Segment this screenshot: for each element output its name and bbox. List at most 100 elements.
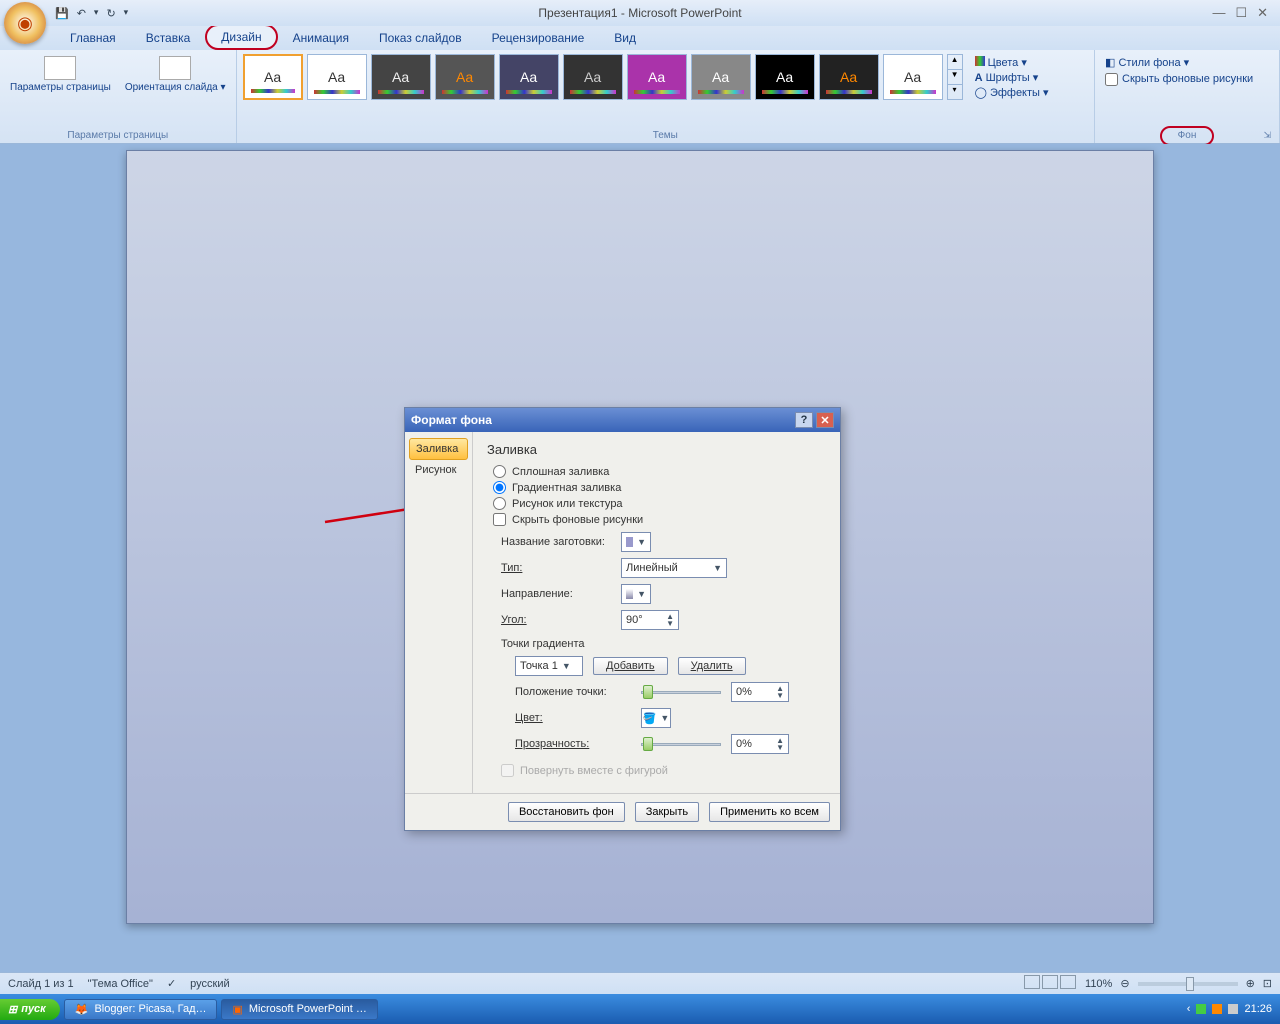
section-heading-fill: Заливка bbox=[487, 442, 826, 457]
tab-review[interactable]: Рецензирование bbox=[477, 26, 600, 50]
background-styles-button[interactable]: ◧ Стили фона ▾ bbox=[1101, 54, 1273, 71]
checkbox-hide-bg[interactable]: Скрыть фоновые рисунки bbox=[493, 513, 826, 526]
type-dropdown[interactable]: Линейный▼ bbox=[621, 558, 727, 578]
group-title-themes: Темы bbox=[243, 128, 1088, 143]
direction-dropdown[interactable]: ▼ bbox=[621, 584, 651, 604]
tab-design[interactable]: Дизайн bbox=[205, 24, 277, 50]
theme-thumb-2[interactable]: Aa bbox=[307, 54, 367, 100]
theme-thumb-11[interactable]: Aa bbox=[883, 54, 943, 100]
minimize-button[interactable]: — bbox=[1212, 5, 1225, 21]
close-button[interactable]: ✕ bbox=[1257, 5, 1268, 21]
radio-gradient-label: Градиентная заливка bbox=[512, 482, 621, 494]
color-dropdown[interactable]: 🪣▼ bbox=[641, 708, 671, 728]
restore-button[interactable]: ☐ bbox=[1235, 5, 1247, 21]
add-stop-button[interactable]: Добавить bbox=[593, 657, 668, 675]
status-theme: "Тема Office" bbox=[88, 978, 153, 990]
delete-stop-button[interactable]: Удалить bbox=[678, 657, 746, 675]
close-dialog-button[interactable]: Закрыть bbox=[635, 802, 699, 822]
checkbox-hide-label: Скрыть фоновые рисунки bbox=[512, 514, 643, 526]
dialog-title: Формат фона bbox=[411, 413, 492, 427]
tab-view[interactable]: Вид bbox=[599, 26, 651, 50]
themes-gallery: Aa Aa Aa Aa Aa Aa Aa Aa Aa Aa Aa ▲ ▼ ▾ bbox=[243, 54, 963, 100]
theme-fonts-button[interactable]: A Шрифты ▾ bbox=[975, 71, 1049, 84]
dialog-close-button[interactable]: ✕ bbox=[816, 412, 834, 428]
tray-icon-3[interactable] bbox=[1228, 1004, 1238, 1014]
tab-home[interactable]: Главная bbox=[55, 26, 131, 50]
zoom-out-button[interactable]: ⊖ bbox=[1120, 977, 1129, 990]
tab-slideshow[interactable]: Показ слайдов bbox=[364, 26, 477, 50]
theme-options: Цвета ▾ A Шрифты ▾ ◯ Эффекты ▾ bbox=[969, 54, 1055, 101]
fonts-icon: A bbox=[975, 72, 983, 84]
status-language[interactable]: русский bbox=[190, 978, 229, 990]
zoom-in-button[interactable]: ⊕ bbox=[1246, 977, 1255, 990]
label-angle: Угол: bbox=[501, 614, 613, 626]
dialog-titlebar[interactable]: Формат фона ? ✕ bbox=[405, 408, 840, 432]
save-icon[interactable]: 💾 bbox=[55, 7, 69, 20]
office-button[interactable]: ◉ bbox=[4, 2, 46, 44]
view-slideshow-button[interactable] bbox=[1060, 975, 1076, 989]
position-slider[interactable] bbox=[641, 683, 721, 701]
theme-thumb-7[interactable]: Aa bbox=[627, 54, 687, 100]
theme-thumb-5[interactable]: Aa bbox=[499, 54, 559, 100]
start-button[interactable]: ⊞пуск bbox=[0, 999, 60, 1020]
themes-scroll[interactable]: ▲ ▼ ▾ bbox=[947, 54, 963, 100]
theme-colors-button[interactable]: Цвета ▾ bbox=[975, 56, 1049, 69]
theme-thumb-6[interactable]: Aa bbox=[563, 54, 623, 100]
direction-swatch-icon bbox=[626, 589, 633, 599]
radio-picture-fill[interactable]: Рисунок или текстура bbox=[493, 497, 826, 510]
nav-picture[interactable]: Рисунок bbox=[409, 460, 468, 480]
radio-gradient-fill[interactable]: Градиентная заливка bbox=[493, 481, 826, 494]
tray-icon-1[interactable] bbox=[1196, 1004, 1206, 1014]
page-setup-button[interactable]: Параметры страницы bbox=[6, 54, 115, 95]
radio-solid-fill[interactable]: Сплошная заливка bbox=[493, 465, 826, 478]
dialog-main: Заливка Сплошная заливка Градиентная зал… bbox=[473, 432, 840, 793]
tray-arrow-icon[interactable]: ‹ bbox=[1187, 1003, 1191, 1015]
page-setup-label: Параметры страницы bbox=[10, 82, 111, 93]
tab-insert[interactable]: Вставка bbox=[131, 26, 206, 50]
zoom-slider[interactable] bbox=[1138, 982, 1238, 986]
spellcheck-icon[interactable]: ✓ bbox=[167, 977, 176, 990]
undo-icon[interactable]: ↶ bbox=[77, 7, 86, 20]
taskbar-item-browser[interactable]: 🦊Blogger: Picasa, Гад… bbox=[64, 999, 218, 1020]
transparency-slider[interactable] bbox=[641, 735, 721, 753]
position-spinner[interactable]: 0%▲▼ bbox=[731, 682, 789, 702]
label-direction: Направление: bbox=[501, 588, 613, 600]
dialog-help-button[interactable]: ? bbox=[795, 412, 813, 428]
preset-dropdown[interactable]: ▼ bbox=[621, 532, 651, 552]
system-tray: ‹ 21:26 bbox=[1179, 1003, 1280, 1015]
angle-spinner[interactable]: 90°▲▼ bbox=[621, 610, 679, 630]
view-sorter-button[interactable] bbox=[1042, 975, 1058, 989]
theme-effects-button[interactable]: ◯ Эффекты ▾ bbox=[975, 86, 1049, 99]
theme-thumb-8[interactable]: Aa bbox=[691, 54, 751, 100]
theme-thumb-3[interactable]: Aa bbox=[371, 54, 431, 100]
status-bar: Слайд 1 из 1 "Тема Office" ✓ русский 110… bbox=[0, 972, 1280, 994]
taskbar-item-powerpoint[interactable]: ▣Microsoft PowerPoint … bbox=[221, 999, 377, 1020]
stop-dropdown[interactable]: Точка 1▼ bbox=[515, 656, 583, 676]
view-normal-button[interactable] bbox=[1024, 975, 1040, 989]
hide-bg-graphics-checkbox[interactable]: Скрыть фоновые рисунки bbox=[1101, 71, 1273, 88]
colors-icon bbox=[975, 56, 985, 66]
theme-thumb-1[interactable]: Aa bbox=[243, 54, 303, 100]
taskbar-clock[interactable]: 21:26 bbox=[1244, 1003, 1272, 1015]
dialog-buttons: Восстановить фон Закрыть Применить ко вс… bbox=[405, 793, 840, 830]
tab-animation[interactable]: Анимация bbox=[278, 26, 364, 50]
firefox-icon: 🦊 bbox=[75, 1003, 89, 1016]
qat-more-icon[interactable]: ▾ bbox=[124, 7, 129, 20]
redo-icon[interactable]: ↻ bbox=[106, 7, 115, 20]
slide-orientation-button[interactable]: Ориентация слайда ▾ bbox=[121, 54, 230, 95]
apply-all-button[interactable]: Применить ко всем bbox=[709, 802, 830, 822]
transparency-spinner[interactable]: 0%▲▼ bbox=[731, 734, 789, 754]
theme-thumb-9[interactable]: Aa bbox=[755, 54, 815, 100]
hide-bg-check[interactable] bbox=[1105, 73, 1118, 86]
undo-dropdown-icon[interactable]: ▾ bbox=[94, 7, 99, 20]
theme-thumb-4[interactable]: Aa bbox=[435, 54, 495, 100]
theme-thumb-10[interactable]: Aa bbox=[819, 54, 879, 100]
bg-dialog-launcher[interactable]: ⇲ bbox=[1263, 130, 1271, 141]
zoom-percent[interactable]: 110% bbox=[1085, 978, 1112, 990]
tray-icon-2[interactable] bbox=[1212, 1004, 1222, 1014]
nav-fill[interactable]: Заливка bbox=[409, 438, 468, 460]
ribbon-tabs: Главная Вставка Дизайн Анимация Показ сл… bbox=[0, 26, 1280, 50]
fit-window-button[interactable]: ⊡ bbox=[1263, 977, 1272, 990]
rotate-label: Повернуть вместе с фигурой bbox=[520, 765, 668, 777]
restore-bg-button[interactable]: Восстановить фон bbox=[508, 802, 625, 822]
